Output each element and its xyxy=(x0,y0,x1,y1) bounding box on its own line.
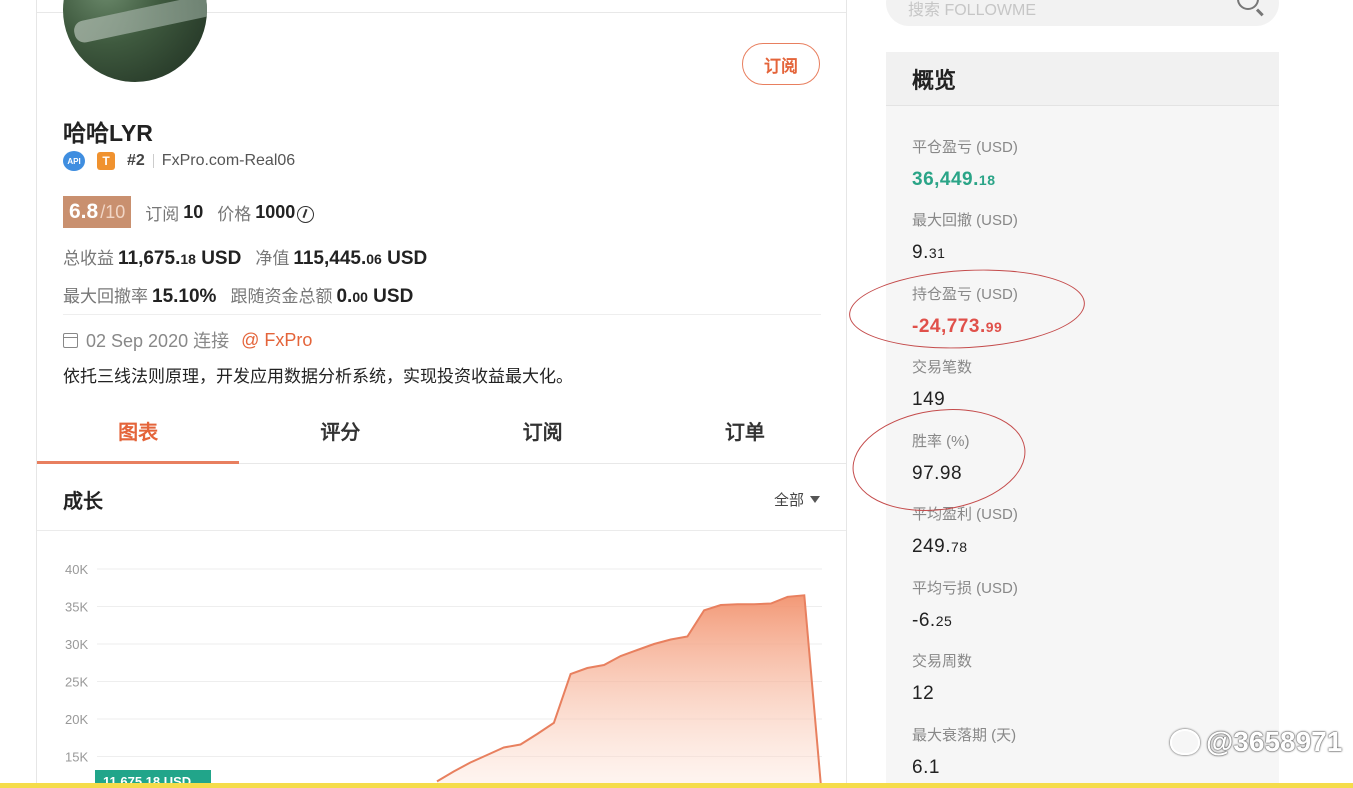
connect-row: 02 Sep 2020 连接 @ FxPro xyxy=(63,327,312,353)
tab-rating[interactable]: 评分 xyxy=(239,398,441,463)
y-tick-label: 40K xyxy=(65,562,88,577)
caret-down-icon xyxy=(810,496,820,503)
broker-link[interactable]: @ FxPro xyxy=(241,330,312,351)
overview-item-value: -6.25 xyxy=(912,610,953,631)
overview-item-value: 9.31 xyxy=(912,242,946,263)
overview-item: 持仓盈亏 (USD) -24,773.99 xyxy=(912,283,1018,338)
overview-item: 胜率 (%) 97.98 xyxy=(912,430,970,485)
overview-item: 平仓盈亏 (USD) 36,449.18 xyxy=(912,136,1018,191)
overview-item-label: 交易周数 xyxy=(912,653,973,670)
score-value: 6.8 xyxy=(69,200,99,223)
overview-item-label: 交易笔数 xyxy=(912,359,973,376)
overview-item-label: 平均盈利 (USD) xyxy=(912,506,1018,523)
growth-title: 成长 xyxy=(63,491,103,513)
search-input[interactable]: 搜索 FOLLOWME xyxy=(908,0,1036,20)
watermark: @3658971 xyxy=(1170,726,1342,758)
equity-value: 115,445.06 USD xyxy=(293,248,428,269)
max-drawdown-label: 最大回撤率 xyxy=(63,287,148,306)
tab-subscriptions[interactable]: 订阅 xyxy=(442,398,644,463)
overview-item: 交易笔数 149 xyxy=(912,356,972,411)
trader-card: 订阅 哈哈LYR API T #2 FxPro.com-Real06 6.8 /… xyxy=(36,0,847,788)
max-drawdown-value: 15.10% xyxy=(152,286,217,307)
overview-item: 交易周数 12 xyxy=(912,650,972,705)
follow-funds-value: 0.00 USD xyxy=(336,286,414,307)
avatar[interactable] xyxy=(63,0,207,82)
subscribe-button[interactable]: 订阅 xyxy=(742,43,820,85)
bottom-bar xyxy=(0,783,1353,788)
trader-badges: API T #2 FxPro.com-Real06 xyxy=(63,151,295,171)
overview-item-label: 持仓盈亏 (USD) xyxy=(912,286,1018,303)
overview-item-label: 平均亏损 (USD) xyxy=(912,580,1018,597)
overview-item-label: 胜率 (%) xyxy=(912,433,970,450)
total-profit-label: 总收益 xyxy=(63,249,114,268)
growth-area xyxy=(97,595,821,788)
tab-orders[interactable]: 订单 xyxy=(644,398,846,463)
divider xyxy=(63,314,821,315)
overview-item-value: 249.78 xyxy=(912,536,968,557)
range-label: 全部 xyxy=(773,492,804,509)
connected-date: 02 Sep 2020 连接 xyxy=(86,331,230,351)
score-row: 6.8 /10 订阅 10 价格 1000 xyxy=(63,196,315,228)
t-badge-icon: T xyxy=(97,152,115,170)
overview-panel: 概览 平仓盈亏 (USD) 36,449.18 最大回撤 (USD) 9.31 持仓盈亏… xyxy=(886,52,1279,788)
subscriptions-value: 10 xyxy=(183,201,204,222)
price-value: 1000 xyxy=(255,201,296,222)
y-tick-label: 30K xyxy=(65,637,88,652)
score-badge: 6.8 /10 xyxy=(63,196,132,228)
subscriptions-label: 订阅 xyxy=(145,204,180,224)
weibo-icon xyxy=(1170,729,1200,755)
y-tick-label: 20K xyxy=(65,712,88,727)
api-badge-icon: API xyxy=(63,151,85,171)
tab-chart[interactable]: 图表 xyxy=(37,398,240,464)
equity-label: 净值 xyxy=(255,249,290,268)
range-dropdown[interactable]: 全部 xyxy=(774,489,820,510)
tab-bar: 图表 评分 订阅 订单 xyxy=(37,398,846,464)
coin-icon xyxy=(297,205,315,223)
broker-account: FxPro.com-Real06 xyxy=(161,152,296,169)
calendar-icon xyxy=(63,332,78,348)
drawdown-row: 最大回撤率 15.10% 跟随资金总额 0.00 USD xyxy=(63,282,413,308)
total-profit-value: 11,675.18 USD xyxy=(118,248,242,269)
overview-item: 平均亏损 (USD) -6.25 xyxy=(912,577,1018,632)
overview-item-value: 149 xyxy=(912,389,946,410)
price-label: 价格 xyxy=(217,204,252,224)
overview-item-value: 12 xyxy=(912,683,935,704)
search-icon[interactable] xyxy=(1237,0,1259,10)
overview-item-value: -24,773.99 xyxy=(912,316,1003,337)
trader-name: 哈哈LYR xyxy=(63,120,153,146)
search-box[interactable]: 搜索 FOLLOWME xyxy=(886,0,1279,26)
overview-item-value: 97.98 xyxy=(912,463,963,484)
overview-item-label: 平仓盈亏 (USD) xyxy=(912,139,1018,156)
watermark-text: @3658971 xyxy=(1206,726,1343,757)
overview-item: 平均盈利 (USD) 249.78 xyxy=(912,503,1018,558)
rank-label: #2 xyxy=(127,152,145,169)
y-tick-label: 25K xyxy=(65,675,88,690)
overview-item-value: 6.1 xyxy=(912,757,940,778)
y-tick-label: 15K xyxy=(65,750,88,765)
overview-item-label: 最大回撤 (USD) xyxy=(912,212,1018,229)
separator xyxy=(152,154,154,168)
overview-item-value: 36,449.18 xyxy=(912,169,996,190)
y-tick-label: 35K xyxy=(65,600,88,615)
overview-item: 最大衰落期 (天) 6.1 xyxy=(912,724,1016,779)
follow-funds-label: 跟随资金总额 xyxy=(230,287,333,306)
growth-chart: 40K35K30K25K20K15K11,675.18 USD xyxy=(65,562,822,788)
growth-header: 成长 全部 xyxy=(37,465,846,531)
trader-description: 依托三线法则原理，开发应用数据分析系统，实现投资收益最大化。 xyxy=(63,367,573,386)
overview-item-label: 最大衰落期 (天) xyxy=(912,727,1017,744)
score-max: /10 xyxy=(100,202,126,222)
profit-row: 总收益 11,675.18 USD 净值 115,445.06 USD xyxy=(63,244,427,270)
overview-title: 概览 xyxy=(886,52,1279,106)
overview-item: 最大回撤 (USD) 9.31 xyxy=(912,209,1018,264)
